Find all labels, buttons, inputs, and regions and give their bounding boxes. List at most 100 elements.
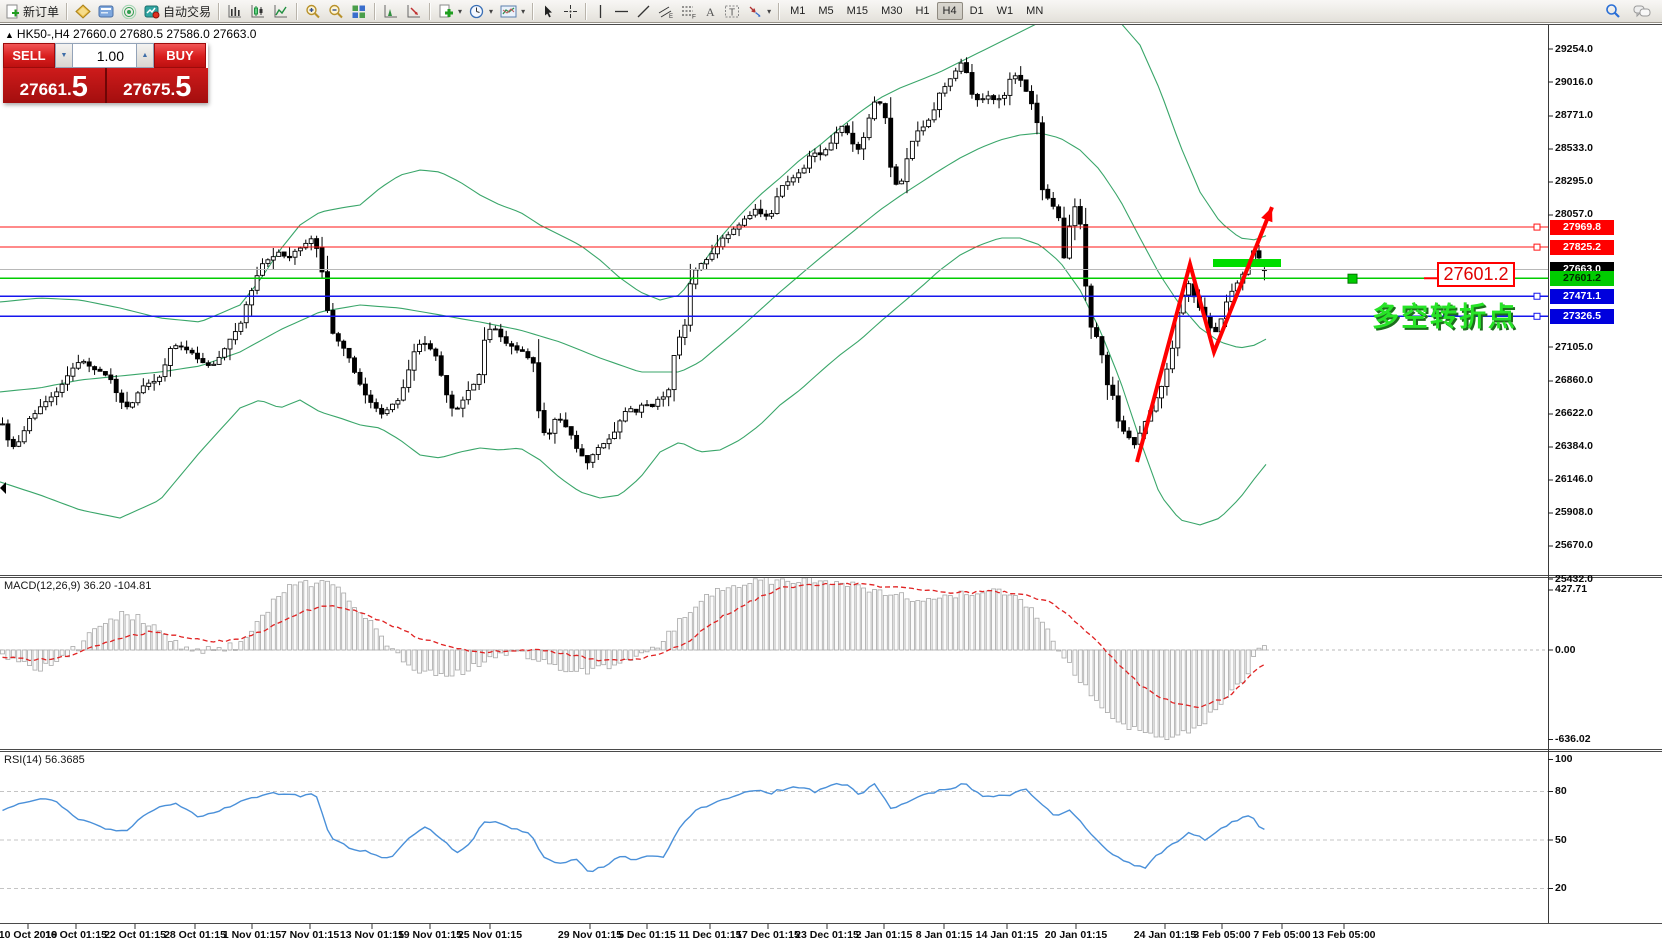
candlestick-chart-icon: [251, 4, 265, 17]
clock-icon: [469, 4, 484, 18]
chevron-down-icon[interactable]: ▾: [767, 7, 771, 16]
chat-icon: [1633, 5, 1651, 17]
tf-w1-button[interactable]: W1: [991, 2, 1020, 20]
fibonacci-tool-button[interactable]: F: [678, 1, 700, 21]
indicator-window-button[interactable]: [380, 1, 402, 21]
cursor-tool-button[interactable]: [538, 1, 559, 21]
tile-windows-button[interactable]: [348, 1, 370, 21]
templates-button[interactable]: ▾: [497, 1, 528, 21]
market-watch-button[interactable]: [72, 1, 94, 21]
sell-price[interactable]: 27661. 5: [3, 68, 105, 103]
indicator-window-icon: [384, 4, 398, 17]
add-indicator-button[interactable]: ▾: [435, 1, 465, 21]
svg-text:E: E: [669, 14, 673, 19]
tf-m15-button[interactable]: M15: [841, 2, 874, 20]
rsi-axis-tick: 80: [1555, 785, 1567, 798]
price-badge: 27825.2: [1550, 239, 1614, 255]
vertical-line-tool-button[interactable]: [591, 1, 610, 21]
signals-button[interactable]: [118, 1, 140, 21]
tf-h1-button[interactable]: H1: [909, 2, 935, 20]
tf-d1-button[interactable]: D1: [964, 2, 990, 20]
price-axis-tick: 29254.0: [1555, 42, 1593, 55]
buy-button[interactable]: BUY: [154, 43, 206, 68]
label-tool-button[interactable]: T: [721, 1, 743, 21]
candlestick-mode-button[interactable]: [247, 1, 269, 21]
zoom-out-button[interactable]: [325, 1, 347, 21]
autotrading-button[interactable]: 自动交易: [141, 1, 214, 21]
chevron-down-icon[interactable]: ▾: [458, 7, 462, 16]
time-axis-label: 22 Oct 01:15: [104, 929, 166, 941]
period-button[interactable]: ▾: [466, 1, 496, 21]
time-axis-label: 13 Feb 05:00: [1312, 929, 1376, 941]
time-axis-label: 11 Dec 01:15: [678, 929, 742, 941]
green-line-handle: [1347, 273, 1358, 284]
mt4-window: 新订单 自动交易 ▾ ▾ ▾ E F A T ▾ M1 M5 M15 M30 H…: [0, 0, 1662, 944]
macd-signal-line: [2, 582, 1265, 709]
autotrading-label: 自动交易: [163, 4, 212, 19]
zoom-in-button[interactable]: [302, 1, 324, 21]
horizontal-line-tool-button[interactable]: [611, 1, 632, 21]
price-axis-tick: 28295.0: [1555, 175, 1593, 188]
tf-m30-button[interactable]: M30: [875, 2, 908, 20]
chevron-down-icon[interactable]: ▾: [521, 7, 525, 16]
line-chart-mode-button[interactable]: [270, 1, 292, 21]
price-axis-tick: 26622.0: [1555, 407, 1593, 420]
data-window-button[interactable]: [95, 1, 117, 21]
time-axis-label: 14 Jan 01:15: [975, 929, 1039, 941]
tf-m1-button[interactable]: M1: [784, 2, 811, 20]
price-badge: 27326.5: [1550, 308, 1614, 324]
rsi-axis-tick: 100: [1555, 752, 1573, 765]
price-badge: 27471.1: [1550, 288, 1614, 304]
time-axis-label: 3 Feb 05:00: [1193, 929, 1251, 941]
time-axis-label: 13 Nov 01:15: [339, 929, 405, 941]
channel-tool-button[interactable]: E: [655, 1, 677, 21]
price-badge: 27601.2: [1550, 270, 1614, 286]
candles-layer: [0, 57, 1267, 470]
chevron-down-icon[interactable]: ▾: [489, 7, 493, 16]
chinese-annotation[interactable]: 多空转折点: [1372, 295, 1517, 334]
data-window-icon: [98, 5, 114, 17]
trendline-tool-button[interactable]: [633, 1, 654, 21]
price-level-label[interactable]: 27601.2: [1437, 262, 1515, 287]
fibonacci-icon: F: [682, 6, 696, 19]
volume-up-button[interactable]: ▲: [136, 43, 154, 68]
toolbar-separator: [585, 2, 588, 20]
toolbar-separator: [429, 2, 432, 20]
crosshair-tool-button[interactable]: [560, 1, 581, 21]
tf-h4-button[interactable]: H4: [936, 2, 963, 20]
price-axis-tick: 27105.0: [1555, 340, 1593, 353]
signals-icon: [121, 4, 137, 19]
chart-canvas[interactable]: [0, 0, 1662, 944]
volume-down-button[interactable]: ▼: [55, 43, 73, 68]
text-tool-button[interactable]: A: [701, 1, 720, 21]
tf-m5-button[interactable]: M5: [812, 2, 839, 20]
collapse-arrow-icon[interactable]: ▲: [5, 30, 14, 40]
chart-frame: [0, 24, 1662, 929]
time-axis-label: 16 Oct 01:15: [45, 929, 107, 941]
tf-mn-button[interactable]: MN: [1020, 2, 1049, 20]
time-axis-label: 2 Jan 01:15: [855, 929, 913, 941]
bar-chart-mode-button[interactable]: [224, 1, 246, 21]
chat-button[interactable]: [1630, 1, 1654, 21]
rsi-label: RSI(14) 56.3685: [4, 754, 85, 766]
sell-button[interactable]: SELL: [3, 43, 55, 68]
price-axis-tick: 25670.0: [1555, 539, 1593, 552]
search-button[interactable]: [1602, 1, 1624, 21]
volume-input[interactable]: [73, 43, 136, 68]
arrows-tool-button[interactable]: ▾: [744, 1, 774, 21]
toolbar-separator: [778, 2, 781, 20]
rsi-axis-tick: 20: [1555, 881, 1567, 894]
rsi-layer: [0, 782, 1548, 889]
toolbar-separator: [66, 2, 69, 20]
time-axis-label: 24 Jan 01:15: [1133, 929, 1197, 941]
line-chart-icon: [274, 4, 288, 17]
price-axis-tick: 29016.0: [1555, 75, 1593, 88]
line-handle: [1533, 312, 1541, 320]
time-axis-label: 17 Dec 01:15: [736, 929, 800, 941]
time-axis-label: 1 Nov 01:15: [222, 929, 282, 941]
text-label-icon: T: [725, 5, 740, 18]
buy-price[interactable]: 27675. 5: [106, 68, 208, 103]
new-order-button[interactable]: 新订单: [2, 1, 62, 21]
time-axis-label: 7 Feb 05:00: [1253, 929, 1311, 941]
indicator-window2-button[interactable]: [403, 1, 425, 21]
